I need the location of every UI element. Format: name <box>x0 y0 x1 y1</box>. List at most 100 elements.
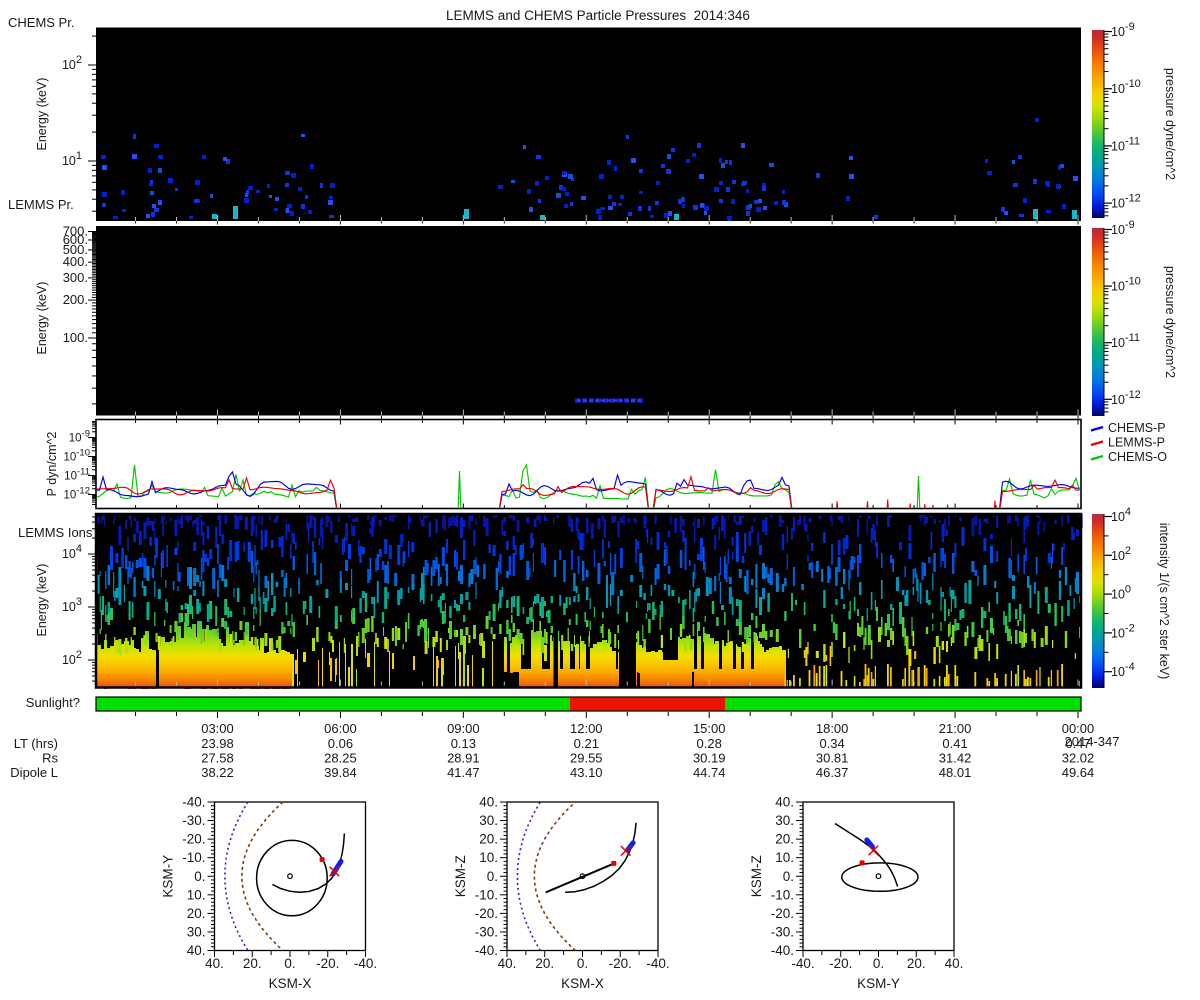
svg-text:30.: 30. <box>479 813 498 828</box>
svg-text:-30.: -30. <box>182 813 205 828</box>
svg-text:20.: 20. <box>907 956 926 971</box>
svg-text:10.: 10. <box>775 850 794 865</box>
svg-text:09:00: 09:00 <box>447 721 480 736</box>
svg-text:-40.: -40. <box>182 795 205 810</box>
svg-text:LT (hrs): LT (hrs) <box>14 736 58 751</box>
svg-text:10.: 10. <box>187 887 206 902</box>
svg-text:pressure dyne/cm^2: pressure dyne/cm^2 <box>1163 68 1177 180</box>
svg-text:40.: 40. <box>187 943 206 958</box>
svg-text:P dyn/cm^2: P dyn/cm^2 <box>45 432 59 497</box>
svg-text:-10.: -10. <box>475 887 498 902</box>
svg-text:27.58: 27.58 <box>201 751 234 766</box>
svg-text:43.10: 43.10 <box>570 765 603 780</box>
svg-text:40.: 40. <box>498 956 517 971</box>
svg-text:15:00: 15:00 <box>693 721 726 736</box>
svg-text:40.: 40. <box>479 795 498 810</box>
svg-text:CHEMS Pr.: CHEMS Pr. <box>8 15 74 30</box>
svg-text:06:00: 06:00 <box>324 721 357 736</box>
svg-text:Energy (keV): Energy (keV) <box>35 282 49 355</box>
svg-text:-20.: -20. <box>829 956 852 971</box>
svg-text:-40.: -40. <box>646 956 669 971</box>
svg-text:10.: 10. <box>479 850 498 865</box>
svg-text:29.55: 29.55 <box>570 751 603 766</box>
svg-text:18:00: 18:00 <box>816 721 849 736</box>
svg-text:12:00: 12:00 <box>570 721 603 736</box>
svg-text:0.06: 0.06 <box>328 736 353 751</box>
svg-text:LEMMS Pr.: LEMMS Pr. <box>8 197 74 212</box>
svg-text:-20.: -20. <box>609 956 632 971</box>
svg-text:03:00: 03:00 <box>201 721 234 736</box>
svg-text:0.: 0. <box>783 869 794 884</box>
svg-text:46.37: 46.37 <box>816 765 849 780</box>
svg-text:28.91: 28.91 <box>447 751 480 766</box>
svg-text:-30.: -30. <box>475 924 498 939</box>
svg-text:30.19: 30.19 <box>693 751 726 766</box>
svg-text:-40.: -40. <box>791 956 814 971</box>
svg-text:20.: 20. <box>187 906 206 921</box>
svg-text:LEMMS and CHEMS Particle Press: LEMMS and CHEMS Particle Pressures 2014:… <box>446 8 750 23</box>
svg-text:-40.: -40. <box>475 943 498 958</box>
svg-text:-10.: -10. <box>771 887 794 902</box>
svg-text:20.: 20. <box>775 832 794 847</box>
svg-text:400.: 400. <box>63 254 88 269</box>
svg-text:39.84: 39.84 <box>324 765 357 780</box>
svg-text:44.74: 44.74 <box>693 765 726 780</box>
svg-text:KSM-Y: KSM-Y <box>161 855 176 898</box>
svg-text:0.: 0. <box>284 956 295 971</box>
svg-text:KSM-X: KSM-X <box>561 976 604 991</box>
svg-text:49.64: 49.64 <box>1062 765 1095 780</box>
svg-text:LEMMS-P: LEMMS-P <box>1108 436 1165 450</box>
svg-text:0.: 0. <box>577 956 588 971</box>
svg-text:30.81: 30.81 <box>816 751 849 766</box>
svg-text:0.34: 0.34 <box>819 736 844 751</box>
svg-text:0.: 0. <box>873 956 884 971</box>
svg-text:20.: 20. <box>479 832 498 847</box>
svg-text:-20.: -20. <box>316 956 339 971</box>
svg-text:30.: 30. <box>775 813 794 828</box>
svg-text:2014-347: 2014-347 <box>1065 734 1120 749</box>
svg-text:23.98: 23.98 <box>201 736 234 751</box>
svg-text:-20.: -20. <box>771 906 794 921</box>
svg-text:intensity 1/(s cm^2 ster keV): intensity 1/(s cm^2 ster keV) <box>1157 523 1171 680</box>
svg-text:-40.: -40. <box>354 956 377 971</box>
svg-text:KSM-Z: KSM-Z <box>453 855 468 897</box>
svg-text:300.: 300. <box>63 270 88 285</box>
svg-text:-20.: -20. <box>475 906 498 921</box>
svg-text:0.: 0. <box>194 869 205 884</box>
svg-text:KSM-Y: KSM-Y <box>857 976 900 991</box>
svg-text:21:00: 21:00 <box>939 721 972 736</box>
svg-text:48.01: 48.01 <box>939 765 972 780</box>
svg-text:30.: 30. <box>187 924 206 939</box>
svg-text:32.02: 32.02 <box>1062 751 1095 766</box>
svg-text:200.: 200. <box>63 292 88 307</box>
svg-text:-30.: -30. <box>771 924 794 939</box>
svg-text:40.: 40. <box>775 795 794 810</box>
svg-text:Sunlight?: Sunlight? <box>26 695 80 710</box>
svg-text:Rs: Rs <box>42 751 58 766</box>
svg-text:pressure dyne/cm^2: pressure dyne/cm^2 <box>1163 266 1177 378</box>
svg-text:0.41: 0.41 <box>942 736 967 751</box>
svg-text:CHEMS-P: CHEMS-P <box>1108 421 1166 435</box>
svg-text:38.22: 38.22 <box>201 765 234 780</box>
svg-text:20.: 20. <box>243 956 262 971</box>
svg-text:CHEMS-O: CHEMS-O <box>1108 450 1167 464</box>
svg-text:-20.: -20. <box>182 832 205 847</box>
svg-text:Dipole L: Dipole L <box>10 765 58 780</box>
svg-text:0.21: 0.21 <box>574 736 599 751</box>
svg-text:Energy (keV): Energy (keV) <box>35 564 49 637</box>
svg-text:31.42: 31.42 <box>939 751 972 766</box>
svg-text:41.47: 41.47 <box>447 765 480 780</box>
svg-text:Energy (keV): Energy (keV) <box>35 78 49 151</box>
svg-text:0.: 0. <box>487 869 498 884</box>
svg-text:-10.: -10. <box>182 850 205 865</box>
svg-text:28.25: 28.25 <box>324 751 357 766</box>
svg-text:0.13: 0.13 <box>451 736 476 751</box>
svg-text:0.28: 0.28 <box>697 736 722 751</box>
svg-text:40.: 40. <box>205 956 224 971</box>
svg-text:40.: 40. <box>945 956 964 971</box>
svg-text:20.: 20. <box>535 956 554 971</box>
svg-text:KSM-X: KSM-X <box>269 976 312 991</box>
svg-text:LEMMS Ions: LEMMS Ions <box>18 525 93 540</box>
svg-text:KSM-Z: KSM-Z <box>749 855 764 897</box>
svg-text:100.: 100. <box>63 330 88 345</box>
